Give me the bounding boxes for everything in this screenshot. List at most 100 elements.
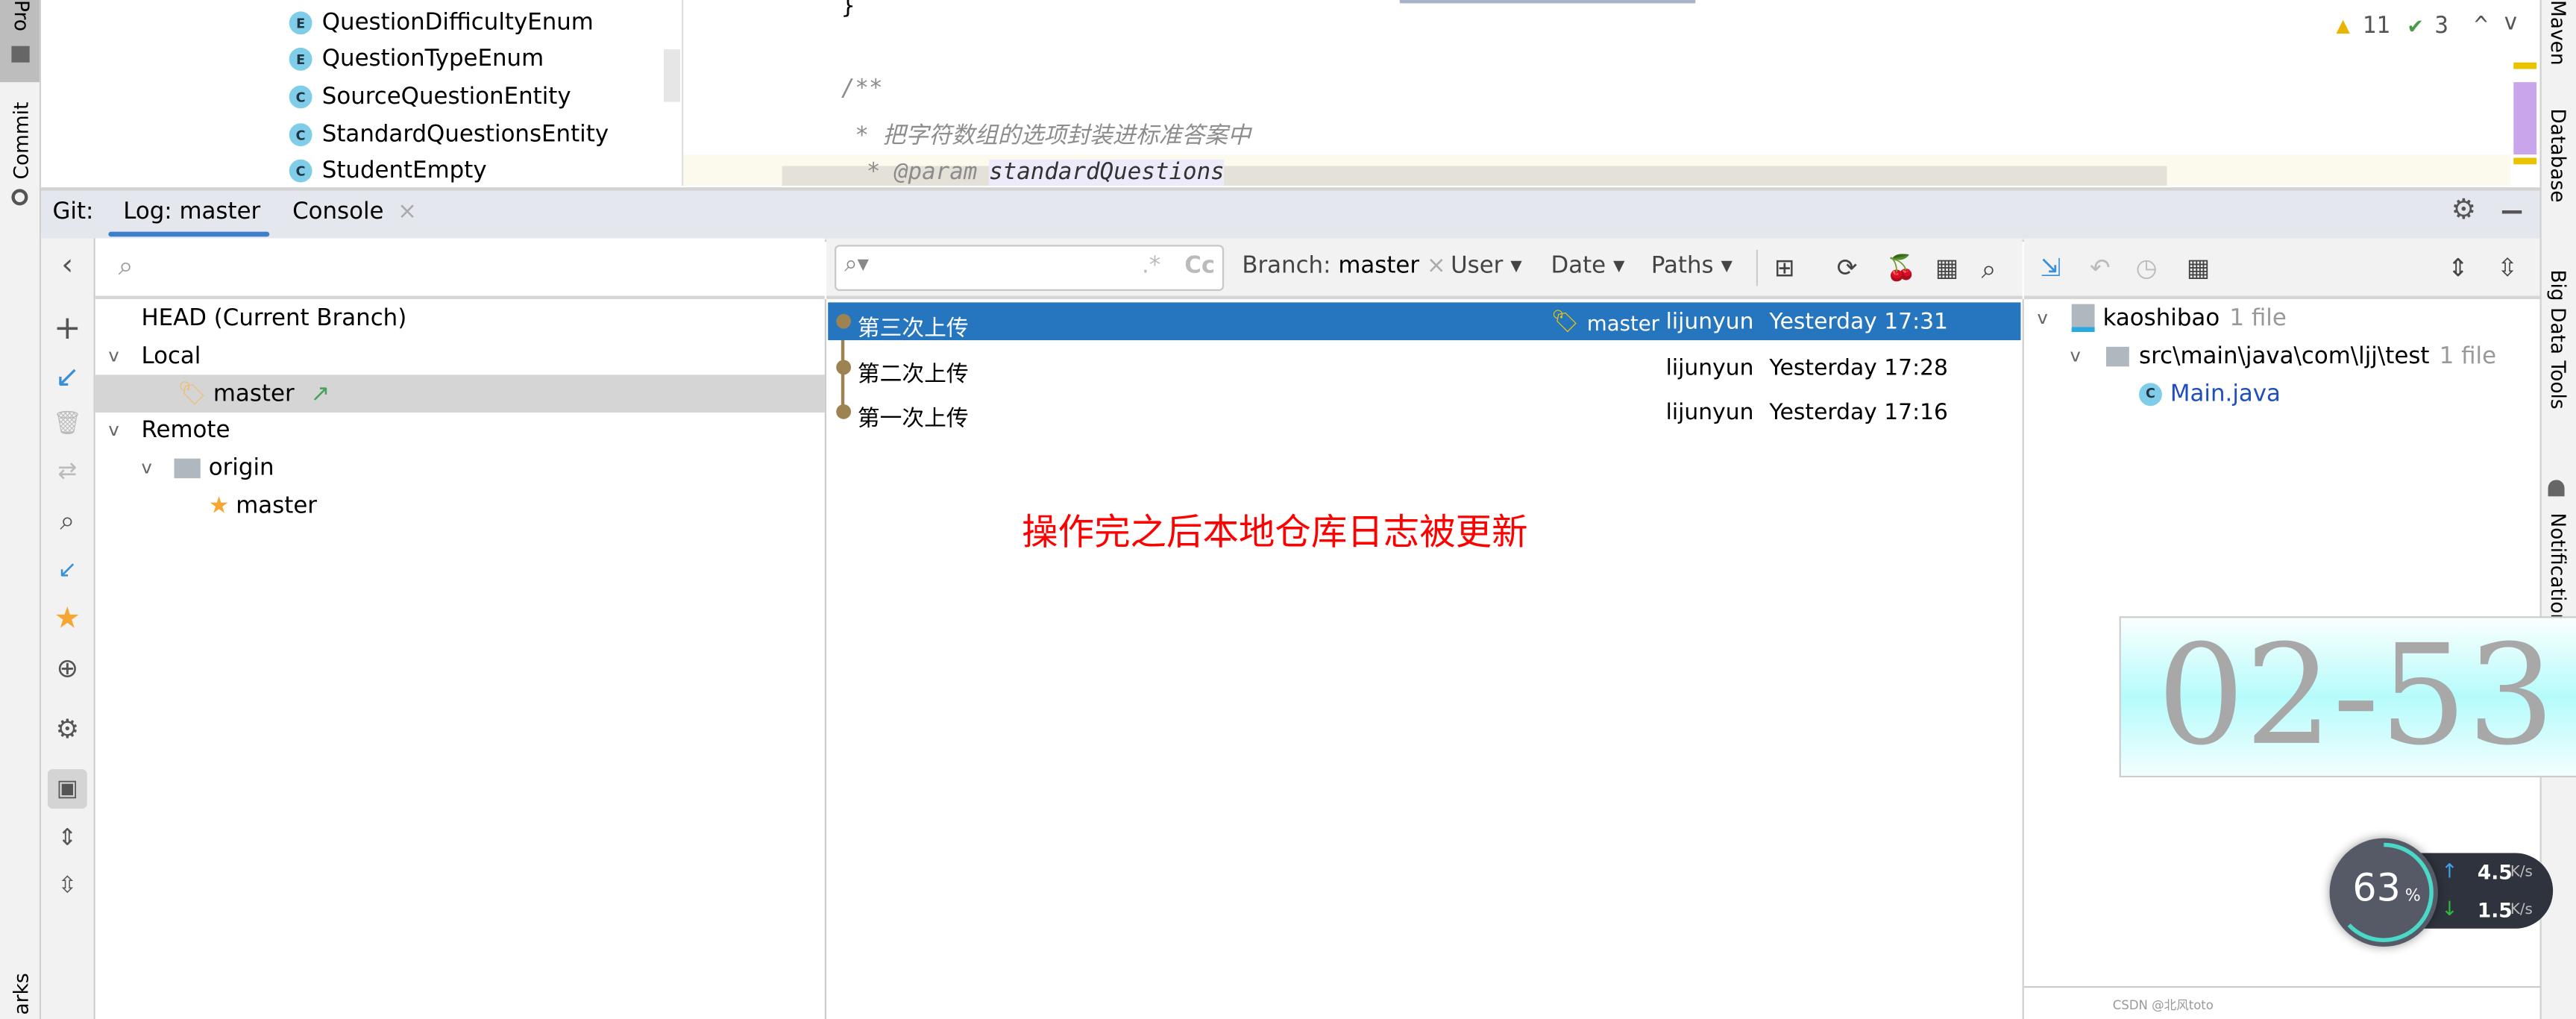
search-history-icon[interactable]: ⌕▾ [844, 251, 869, 278]
paths-filter[interactable]: Paths ▾ [1651, 253, 1732, 279]
locate-icon[interactable]: ⊕ [49, 649, 85, 685]
collapse-all-icon[interactable]: ⇳ [49, 868, 85, 903]
branch-group-local[interactable]: v Local [108, 337, 201, 375]
view-options-icon[interactable]: ▦ [1935, 253, 1958, 283]
revert-icon[interactable]: ↶ [2090, 253, 2111, 283]
project-item[interactable]: C StudentEmpty [289, 158, 487, 184]
regex-toggle[interactable]: .* [1142, 253, 1160, 279]
close-icon[interactable]: × [398, 199, 417, 225]
class-icon: C [289, 85, 312, 109]
date-filter[interactable]: Date ▾ [1551, 253, 1624, 279]
log-filter-input[interactable]: ⌕▾ .* Cc [835, 245, 1225, 291]
group-by-icon[interactable]: ▦ [2187, 253, 2210, 283]
cherry-pick-icon[interactable]: 🍒 [1886, 253, 1917, 283]
favorite-star-icon[interactable]: ★ [49, 600, 85, 636]
branches-search-input[interactable]: ⌕ [95, 238, 825, 299]
group-by-directory-icon[interactable]: ▣ [47, 769, 87, 809]
clock-overlay: 02-53 [2119, 616, 2576, 778]
notifications-icon [2548, 480, 2565, 497]
minimize-icon[interactable] [2501, 210, 2522, 214]
commit-tool-button[interactable]: Commit [0, 102, 40, 217]
expand-all-icon[interactable]: ⇕ [49, 820, 85, 856]
check-icon: ✔ [2408, 13, 2422, 40]
next-highlight-icon[interactable]: v [2504, 10, 2518, 36]
outgoing-arrow-icon: ↗ [310, 380, 330, 407]
folder-icon [2105, 345, 2129, 366]
chevron-down-icon[interactable]: v [108, 345, 134, 367]
chevron-down-icon[interactable]: v [2037, 307, 2063, 329]
commit-row[interactable]: 第三次上传 🏷 master lijunyun Yesterday 17:31 [828, 302, 2021, 342]
refresh-icon[interactable]: ⟳ [1837, 253, 1858, 283]
maven-tool-button[interactable]: Maven [2546, 0, 2569, 66]
warnings-count[interactable]: 11 [2363, 13, 2390, 40]
chevron-down-icon[interactable]: v [2070, 345, 2096, 367]
commit-node [836, 313, 852, 329]
settings-icon[interactable]: ⚙ [49, 710, 85, 746]
user-filter[interactable]: User ▾ [1451, 253, 1522, 279]
remote-origin[interactable]: v origin [141, 448, 274, 486]
project-item[interactable]: C StandardQuestionsEntity [289, 122, 609, 148]
search-icon[interactable]: ⌕ [1982, 253, 1997, 286]
bookmarks-tool-button[interactable]: arks [10, 973, 33, 1015]
collapse-left-icon[interactable]: ‹ [49, 246, 85, 282]
branch-head[interactable]: HEAD (Current Branch) [141, 299, 406, 337]
project-scrollbar[interactable] [663, 49, 680, 102]
delete-icon[interactable]: 🗑 [49, 406, 85, 442]
commit-row[interactable]: 第二次上传 lijunyun Yesterday 17:28 [828, 348, 2020, 388]
folder-icon [174, 457, 201, 478]
big-data-tools-button[interactable]: Big Data Tools [2546, 269, 2569, 409]
ide-window: Pro Commit arks E QuestionDifficultyEnum … [0, 0, 2576, 1019]
enum-icon: E [289, 11, 312, 35]
project-item[interactable]: C SourceQuestionEntity [289, 84, 571, 110]
database-tool-button[interactable]: Database [2546, 108, 2569, 202]
collapse-all-icon[interactable]: ⇳ [2497, 253, 2518, 283]
commit-row[interactable]: 第一次上传 lijunyun Yesterday 17:16 [828, 393, 2020, 432]
changes-directory[interactable]: v src\main\java\com\ljj\test 1 file [2070, 337, 2497, 375]
tab-console[interactable]: Console × [292, 199, 417, 225]
fetch-icon[interactable]: ↙ [49, 552, 85, 588]
memory-gauge[interactable]: 63 % [2329, 838, 2438, 947]
prev-highlight-icon[interactable]: ^ [2474, 13, 2488, 40]
code-line: } [841, 0, 855, 20]
branch-filter[interactable]: Branch: master × [1242, 253, 1445, 279]
watermark: CSDN @北风toto [2112, 997, 2214, 1013]
error-stripe[interactable] [2510, 49, 2540, 186]
warning-icon: ▲ [2336, 13, 2350, 40]
branch-local-master[interactable]: 🏷 master ↗ [95, 374, 825, 413]
chevron-down-icon[interactable]: v [108, 419, 134, 441]
upload-arrow-icon: ↑ [2441, 859, 2458, 883]
class-icon: C [289, 123, 312, 147]
code-editor[interactable]: } /** * 把字符数组的选项封装进标准答案中 * @param standa… [683, 0, 2518, 186]
project-tool-button[interactable]: Pro [0, 0, 40, 83]
branch-tag: master [1586, 310, 1660, 336]
changes-divider[interactable] [2023, 985, 2540, 988]
compare-icon[interactable]: ⇄ [49, 454, 85, 489]
new-tab-icon[interactable]: ⊞ [1774, 253, 1795, 283]
clear-filter-icon[interactable]: × [1427, 253, 1446, 279]
folder-icon [11, 46, 30, 63]
show-diff-icon[interactable]: ⇲ [2041, 253, 2061, 283]
module-icon [2071, 304, 2095, 333]
commit-icon [11, 189, 28, 206]
gear-icon[interactable]: ⚙ [2451, 194, 2477, 227]
tag-icon: 🏷 [177, 380, 207, 407]
chevron-down-icon[interactable]: v [141, 457, 167, 478]
expand-all-icon[interactable]: ⇕ [2448, 253, 2469, 283]
new-branch-icon[interactable]: + [49, 307, 85, 347]
update-icon[interactable]: ↙ [49, 358, 85, 394]
branch-origin-master[interactable]: ★ master [209, 486, 317, 524]
search-icon[interactable]: ⌕ [49, 503, 85, 539]
download-arrow-icon: ↓ [2441, 897, 2458, 921]
history-icon[interactable]: ◷ [2136, 253, 2158, 283]
checks-count[interactable]: 3 [2435, 13, 2449, 40]
case-toggle[interactable]: Cc [1184, 253, 1215, 279]
changes-file[interactable]: C Main.java [2139, 374, 2281, 413]
enum-icon: E [289, 47, 312, 71]
project-item[interactable]: E QuestionDifficultyEnum [289, 10, 594, 36]
branch-group-remote[interactable]: v Remote [108, 411, 230, 449]
code-line: * @param [852, 159, 978, 186]
changes-root[interactable]: v kaoshibao 1 file [2037, 299, 2287, 337]
favorite-star-icon: ★ [208, 492, 230, 519]
project-item[interactable]: E QuestionTypeEnum [289, 46, 544, 72]
tab-log-master[interactable]: Log: master [108, 191, 270, 237]
